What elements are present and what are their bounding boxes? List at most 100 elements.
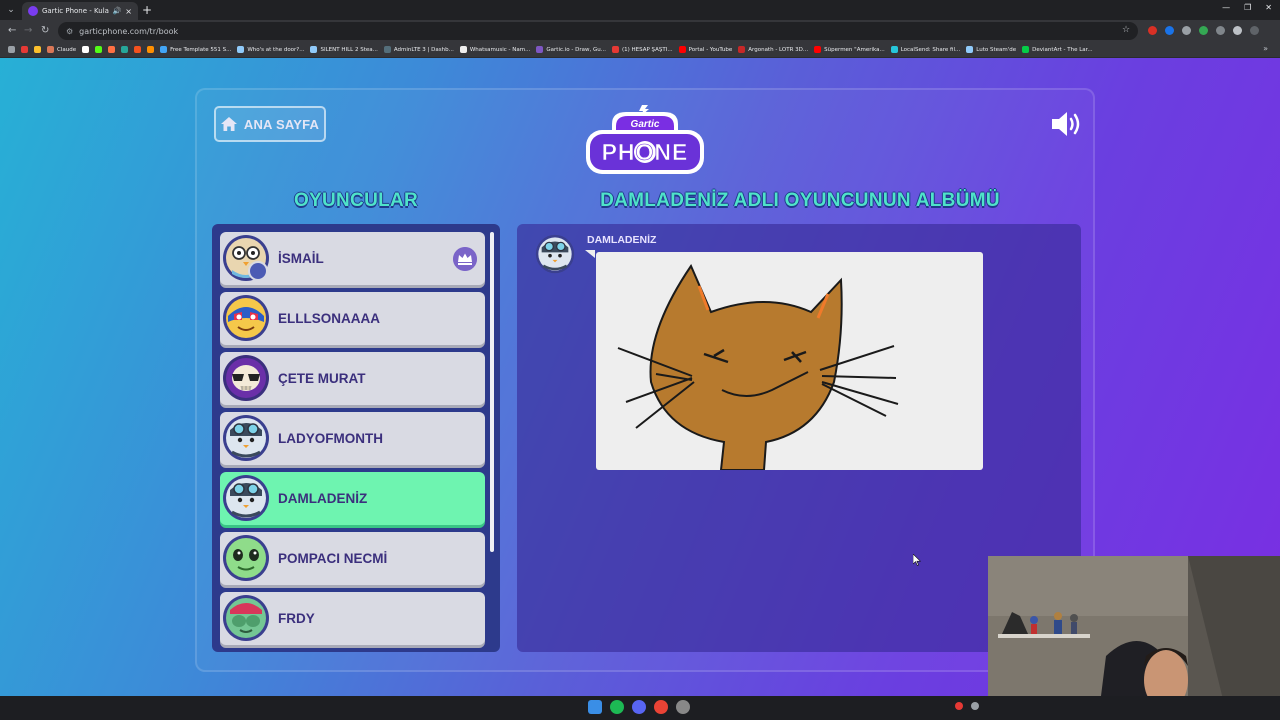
bookmark-icon[interactable] <box>21 46 28 53</box>
browser-toolbar: ← → ↻ ⚙ garticphone.com/tr/book ☆ <box>0 20 1280 42</box>
wrestler-mask-avatar <box>223 295 269 341</box>
player-row-frdy[interactable]: FRDY <box>220 592 485 645</box>
apps-icon[interactable] <box>8 46 15 53</box>
chrome-icon[interactable] <box>654 700 668 714</box>
player-row-pompaci-necmi[interactable]: POMPACI NECMİ <box>220 532 485 585</box>
home-button[interactable]: ANA SAYFA <box>214 106 326 142</box>
bookmark-icon[interactable] <box>147 46 155 53</box>
player-name: LADYOFMONTH <box>278 431 383 446</box>
bookmark-item[interactable]: Süpermen "Amerika... <box>814 46 885 53</box>
cat-drawing <box>596 252 983 470</box>
player-row-ismail[interactable]: İSMAİL <box>220 232 485 285</box>
sound-icon[interactable] <box>1050 110 1084 138</box>
browser-tab[interactable]: Gartic Phone - Kulaktan K... 🔊 × <box>22 2 138 20</box>
bookmark-item[interactable]: Whatsamusic - Nam... <box>459 46 530 53</box>
bookmark-icon[interactable] <box>134 46 142 53</box>
player-name: FRDY <box>278 611 315 626</box>
minimize-icon[interactable]: — <box>1222 3 1230 12</box>
bookmarks-overflow-icon[interactable]: » <box>1263 44 1268 53</box>
speaker-icon[interactable]: 🔊 <box>113 7 122 15</box>
windows-taskbar <box>0 696 1280 720</box>
puzzle-icon[interactable] <box>1216 26 1225 35</box>
close-window-icon[interactable]: ✕ <box>1265 3 1272 12</box>
speech-tail <box>585 250 595 258</box>
site-info-icon[interactable]: ⚙ <box>66 27 73 36</box>
extensions-area <box>1148 26 1259 35</box>
player-name: ELLLSONAAAA <box>278 311 380 326</box>
player-name: İSMAİL <box>278 251 324 266</box>
new-tab-button[interactable]: + <box>142 3 152 17</box>
home-icon <box>220 117 237 131</box>
app-icon[interactable] <box>676 700 690 714</box>
player-name: POMPACI NECMİ <box>278 551 388 566</box>
url-text: garticphone.com/tr/book <box>79 26 179 36</box>
player-row-damladeniz[interactable]: DAMLADENİZ <box>220 472 485 525</box>
gartic-phone-logo: Gartic PHONE <box>586 105 704 174</box>
bookmark-item[interactable]: Gartic.io - Draw, Gu... <box>536 46 606 53</box>
bookmark-icon[interactable] <box>34 46 41 53</box>
bookmark-item[interactable]: LocalSend: Share fil... <box>890 46 960 53</box>
menu-dots-icon[interactable] <box>1250 26 1259 35</box>
profile-icon[interactable] <box>1233 26 1242 35</box>
system-tray <box>955 702 979 710</box>
extension-icon[interactable] <box>1182 26 1191 35</box>
forward-icon[interactable]: → <box>24 24 32 38</box>
browser-tabstrip: ⌄ Gartic Phone - Kulaktan K... 🔊 × + — ❐… <box>0 0 1280 20</box>
logo-gartic-text: Gartic <box>631 119 660 130</box>
claude-icon <box>47 46 54 53</box>
home-button-label: ANA SAYFA <box>243 116 320 132</box>
bookmark-item[interactable]: SILENT HILL 2 Stea... <box>310 46 378 53</box>
players-panel: İSMAİL ELLLSONAAAA ÇETE MURAT LADYOFMONT… <box>212 224 500 652</box>
bookmark-item[interactable]: Free Template 551 S... <box>160 46 231 53</box>
logo-phone-text: PHONE <box>602 139 689 165</box>
address-bar[interactable]: ⚙ garticphone.com/tr/book <box>58 22 1138 40</box>
album-author-name: DAMLADENİZ <box>587 234 657 246</box>
maximize-icon[interactable]: ❐ <box>1244 3 1251 12</box>
taskbar-icons <box>588 700 690 714</box>
user-icon <box>248 261 268 281</box>
bookmark-item[interactable]: Argonath - LOTR 3D... <box>738 46 808 53</box>
extension-icon[interactable] <box>1165 26 1174 35</box>
bookmark-item[interactable]: AdminLTE 3 | Dashb... <box>383 46 454 53</box>
record-icon[interactable] <box>955 702 963 710</box>
extension-icon[interactable] <box>1199 26 1208 35</box>
bookmark-icon[interactable] <box>108 46 116 53</box>
bookmark-item[interactable]: DeviantArt - The Lar... <box>1022 46 1093 53</box>
bookmark-star-icon[interactable]: ☆ <box>1122 25 1130 35</box>
extension-icon[interactable] <box>1148 26 1157 35</box>
player-name: ÇETE MURAT <box>278 371 366 386</box>
bookmarks-bar: Claude Free Template 551 S... Who's at t… <box>0 42 1280 58</box>
crown-icon <box>453 247 477 271</box>
monkey-hands-avatar <box>223 595 269 641</box>
mouse-cursor-icon <box>913 554 921 566</box>
bookmark-item[interactable]: (1) HESAP ŞAŞTI... <box>611 46 673 53</box>
bookmark-icon[interactable] <box>82 46 90 53</box>
players-title: OYUNCULAR <box>293 190 419 211</box>
tray-icon[interactable] <box>971 702 979 710</box>
bookmark-item[interactable]: Claude <box>47 46 76 53</box>
back-icon[interactable]: ← <box>8 24 16 38</box>
discord-icon[interactable] <box>632 700 646 714</box>
penguin-goggles-avatar <box>223 475 269 521</box>
bookmark-item[interactable]: Luto Steam'de <box>966 46 1016 53</box>
player-list-scrollbar[interactable] <box>490 232 494 552</box>
reload-icon[interactable]: ↻ <box>41 24 49 38</box>
bookmark-icon[interactable] <box>121 46 129 53</box>
tab-close-icon[interactable]: × <box>125 7 132 16</box>
player-row-ellsonaaaa[interactable]: ELLLSONAAAA <box>220 292 485 345</box>
spotify-icon[interactable] <box>610 700 624 714</box>
tab-search-icon[interactable]: ⌄ <box>4 3 18 17</box>
bookmark-item[interactable]: Portal - YouTube <box>678 46 732 53</box>
album-title: DAMLADENİZ ADLI OYUNCUNUN ALBÜMÜ <box>600 190 1000 211</box>
player-row-ladyofmonth[interactable]: LADYOFMONTH <box>220 412 485 465</box>
windows-start-icon[interactable] <box>588 700 602 714</box>
player-row-cete-murat[interactable]: ÇETE MURAT <box>220 352 485 405</box>
tab-title: Gartic Phone - Kulaktan K... <box>42 7 109 15</box>
bookmark-icon[interactable] <box>95 46 103 53</box>
alien-avatar <box>223 535 269 581</box>
penguin-goggles-avatar <box>535 234 575 274</box>
player-list: İSMAİL ELLLSONAAAA ÇETE MURAT LADYOFMONT… <box>220 232 485 652</box>
skull-sunglasses-avatar <box>223 355 269 401</box>
bookmark-item[interactable]: Who's at the door?... <box>237 46 304 53</box>
window-controls: — ❐ ✕ <box>1222 3 1272 12</box>
